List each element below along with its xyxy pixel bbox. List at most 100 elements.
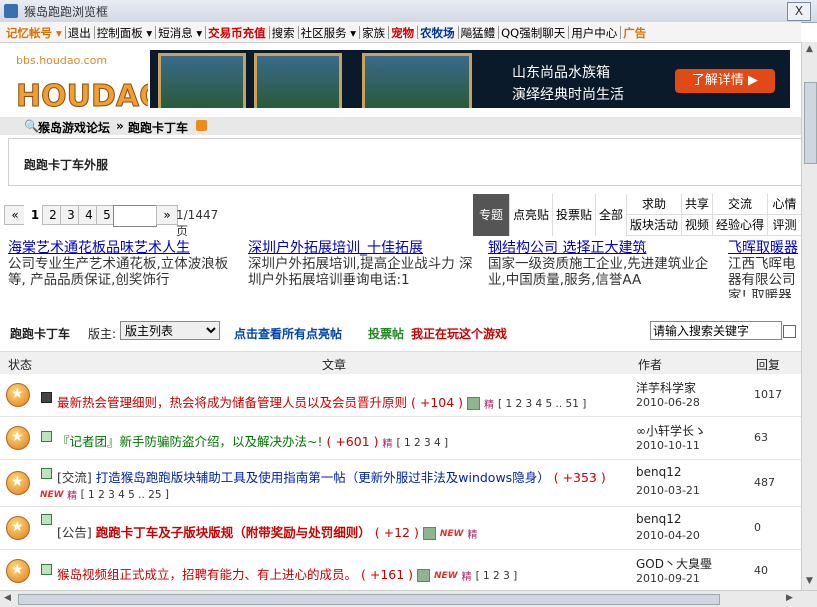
menu-divider bbox=[498, 26, 500, 39]
vertical-scrollbar[interactable]: ▲ ▼ bbox=[801, 42, 817, 590]
menu-item[interactable]: 广告 bbox=[623, 25, 646, 41]
filter-review[interactable]: 评测 bbox=[768, 215, 802, 236]
filter-share[interactable]: 共享 bbox=[682, 194, 713, 215]
vote-link[interactable]: 投票帖 bbox=[368, 325, 404, 342]
aquarium-image-3 bbox=[362, 53, 472, 108]
filter-mood[interactable]: 心情 bbox=[768, 194, 802, 215]
ad-title[interactable]: 海棠艺术通花板品味艺术人生 bbox=[8, 240, 244, 256]
menu-item[interactable]: 农牧场 bbox=[420, 25, 455, 41]
menu-item[interactable]: 社区服务 ▾ bbox=[301, 25, 356, 41]
table-row[interactable]: ★ [公告] 跑跑卡丁车及子版块版规（附带奖励与处罚细则） ( +12 ) NE… bbox=[0, 507, 801, 550]
thread-author[interactable]: benq12 bbox=[636, 465, 682, 479]
board-toolbar: 跑跑卡丁车 版主: 版主列表 点击查看所有点亮帖 投票帖 我正在玩这个游戏 bbox=[0, 318, 801, 344]
scroll-thumb[interactable] bbox=[18, 594, 720, 605]
search-input[interactable] bbox=[650, 321, 782, 340]
table-row[interactable]: ★ 猴岛视频组正式成立，招聘有能力、有上进心的成员。 ( +161 ) NEW … bbox=[0, 550, 801, 591]
thread-title[interactable]: 最新热会管理细则，热会将成为储备管理人员以及会员晋升原则 ( +104 ) 精 … bbox=[57, 392, 586, 411]
filter-exchange[interactable]: 交流 bbox=[713, 194, 768, 215]
thread-title[interactable]: 『记者团』新手防骗防盗介绍，以及解决办法~! ( +601 ) 精 [ 1 2 … bbox=[57, 431, 448, 450]
status-icon: ★ bbox=[6, 471, 30, 495]
menu-item[interactable]: 短消息 ▾ bbox=[158, 25, 202, 41]
banner-details-button[interactable]: 了解详情 ▶ bbox=[675, 69, 775, 93]
menu-item[interactable]: 用户中心 bbox=[571, 25, 617, 41]
filter-activity[interactable]: 版块活动 bbox=[627, 215, 682, 236]
ad-title[interactable]: 深圳户外拓展培训_十佳拓展 bbox=[248, 240, 484, 256]
ad-title[interactable]: 钢结构公司 选择正大建筑 bbox=[488, 240, 724, 256]
text-ad[interactable]: 深圳户外拓展培训_十佳拓展 深圳户外拓展培训,提高企业战斗力 深圳户外拓展培训垂… bbox=[248, 240, 484, 288]
ad-desc: 深圳户外拓展培训,提高企业战斗力 深圳户外拓展培训垂询电话:1 bbox=[248, 256, 473, 288]
breadcrumb-forum[interactable]: 猴岛游戏论坛 bbox=[38, 119, 110, 136]
menu-divider bbox=[64, 26, 66, 39]
menu-item[interactable]: 退出 bbox=[68, 25, 91, 41]
pager-first[interactable]: « bbox=[4, 205, 26, 225]
filter-special[interactable]: 专题 bbox=[473, 194, 510, 236]
ad-title[interactable]: 飞晖取暖器 bbox=[728, 240, 801, 256]
thread-date: 2010-04-20 bbox=[636, 529, 700, 542]
image-icon bbox=[467, 397, 481, 410]
filter-experience[interactable]: 经验心得 bbox=[713, 215, 768, 236]
thread-date: 2010-10-11 bbox=[636, 439, 700, 452]
close-button[interactable]: X bbox=[787, 2, 811, 21]
app-icon bbox=[4, 4, 18, 18]
filter-video[interactable]: 视频 bbox=[682, 215, 713, 236]
scroll-thumb[interactable] bbox=[804, 82, 817, 164]
page-total: 1/1447页 bbox=[176, 208, 219, 238]
scroll-left-icon[interactable]: ◀ bbox=[4, 593, 11, 603]
all-lit-link[interactable]: 点击查看所有点亮帖 bbox=[234, 325, 342, 342]
text-ad[interactable]: 海棠艺术通花板品味艺术人生 公司专业生产艺术通花板,立体波浪板等, 产品品质保证… bbox=[8, 240, 244, 288]
menu-item[interactable]: 控制面板 ▾ bbox=[97, 25, 152, 41]
breadcrumb-board[interactable]: 跑跑卡丁车 bbox=[128, 119, 188, 136]
filter-all[interactable]: 全部 bbox=[596, 194, 627, 236]
thread-author[interactable]: 洋芋科学家 bbox=[636, 379, 696, 396]
search-checkbox[interactable] bbox=[783, 325, 796, 338]
menu-divider bbox=[388, 26, 390, 39]
menu-item[interactable]: 搜索 bbox=[272, 25, 295, 41]
breadcrumb-sep: » bbox=[116, 119, 124, 133]
subforum-link[interactable]: 跑跑卡丁车外服 bbox=[24, 156, 108, 173]
thread-pages[interactable]: [ 1 2 3 ] bbox=[476, 570, 518, 582]
text-ad[interactable]: 钢结构公司 选择正大建筑 国家一级资质施工企业,先进建筑业企业,中国质量,服务,… bbox=[488, 240, 724, 288]
thread-pages[interactable]: [ 1 2 3 4 5 .. 51 ] bbox=[498, 398, 586, 410]
thread-title[interactable]: [交流] 打造猴岛跑跑版块辅助工具及使用指南第一帖（更新外服过非法及window… bbox=[57, 467, 606, 486]
thread-title[interactable]: 猴岛视频组正式成立，招聘有能力、有上进心的成员。 ( +161 ) NEW 精 … bbox=[57, 564, 517, 583]
window-titlebar: 猴岛跑跑浏览框 X bbox=[0, 0, 817, 23]
scroll-up-icon[interactable]: ▲ bbox=[806, 44, 813, 54]
menu-item[interactable]: 宠物 bbox=[391, 25, 414, 41]
image-icon bbox=[422, 527, 436, 540]
moderator-select[interactable]: 版主列表 bbox=[120, 321, 220, 340]
menu-item[interactable]: QQ强制聊天 bbox=[501, 25, 565, 41]
subforum-panel: 跑跑卡丁车外服 bbox=[8, 138, 803, 186]
scroll-right-icon[interactable]: ▶ bbox=[786, 593, 793, 603]
status-icon: ★ bbox=[6, 516, 30, 540]
menu-item[interactable]: 飚猛鳢 bbox=[461, 25, 496, 41]
thread-title[interactable]: [公告] 跑跑卡丁车及子版块版规（附带奖励与处罚细则） ( +12 ) NEW … bbox=[57, 522, 477, 541]
horizontal-scrollbar[interactable]: ◀ ▶ bbox=[0, 590, 817, 607]
page-jump-input[interactable] bbox=[113, 205, 157, 227]
ad-banner[interactable]: 山东尚品水族箱 演绎经典时尚生活 了解详情 ▶ bbox=[150, 50, 790, 108]
search-icon[interactable]: 🔍 bbox=[24, 119, 39, 133]
filter-vote[interactable]: 投票贴 bbox=[553, 194, 596, 236]
playing-link[interactable]: 我正在玩这个游戏 bbox=[411, 325, 507, 342]
pager-next[interactable]: » bbox=[156, 205, 178, 225]
houdao-logo[interactable]: bbs.houdao.com HOUDAO bbox=[12, 44, 148, 116]
scroll-down-icon[interactable]: ▼ bbox=[806, 576, 813, 586]
rss-icon[interactable] bbox=[196, 120, 207, 131]
thread-meta: NEW 精 [ 1 2 3 4 5 .. 25 ] bbox=[40, 487, 169, 503]
menu-item[interactable]: 家族 bbox=[362, 25, 385, 41]
thread-date: 2010-03-21 bbox=[636, 484, 700, 497]
thread-pages[interactable]: [ 1 2 3 4 5 .. 25 ] bbox=[81, 489, 169, 501]
thread-pages[interactable]: [ 1 2 3 4 ] bbox=[397, 437, 449, 449]
thread-author[interactable]: ∞小轩学长ゝ bbox=[636, 422, 706, 439]
text-ad[interactable]: 飞晖取暖器 江西飞晖电器有限公司 家! 取暖器 bbox=[728, 240, 801, 298]
filter-help[interactable]: 求助 bbox=[627, 194, 682, 215]
table-row[interactable]: ★ 『记者团』新手防骗防盗介绍，以及解决办法~! ( +601 ) 精 [ 1 … bbox=[0, 417, 801, 460]
thread-author[interactable]: benq12 bbox=[636, 512, 682, 526]
thread-author[interactable]: GOD丶大臭璺 bbox=[636, 555, 712, 572]
thread-replies: 487 bbox=[754, 476, 775, 489]
table-row[interactable]: ★ [交流] 打造猴岛跑跑版块辅助工具及使用指南第一帖（更新外服过非法及wind… bbox=[0, 460, 801, 507]
table-row[interactable]: ★ 最新热会管理细则，热会将成为储备管理人员以及会员晋升原则 ( +104 ) … bbox=[0, 374, 801, 417]
menu-item[interactable]: 记忆帐号 ▾ bbox=[6, 25, 62, 41]
menu-item[interactable]: 交易币充值 bbox=[208, 25, 266, 41]
menu-divider bbox=[457, 26, 459, 39]
filter-lit[interactable]: 点亮贴 bbox=[510, 194, 553, 236]
